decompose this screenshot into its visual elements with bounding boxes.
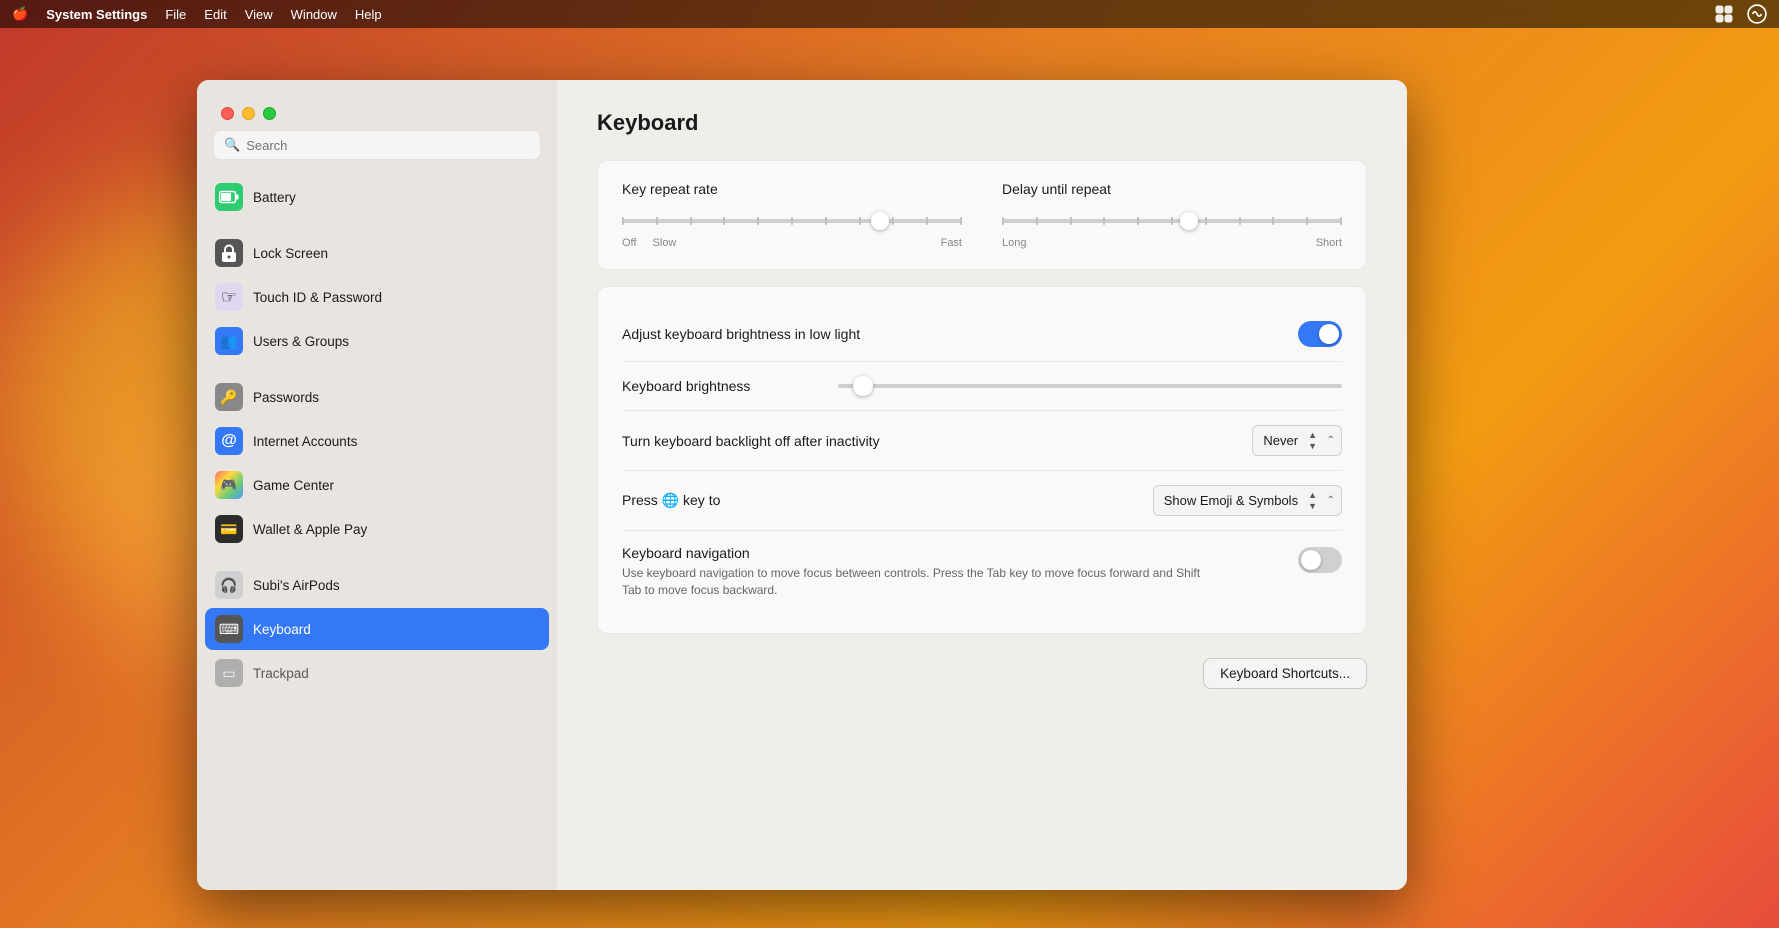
sidebar-item-passwords[interactable]: 🔑 Passwords (205, 376, 549, 418)
close-button[interactable] (221, 107, 234, 120)
search-input[interactable] (246, 138, 530, 153)
sidebar-label-gamecenter: Game Center (253, 478, 334, 493)
passwords-icon: 🔑 (215, 383, 243, 411)
delay-repeat-label: Delay until repeat (1002, 181, 1342, 197)
menubar-app-name[interactable]: System Settings (46, 7, 147, 22)
gamecenter-icon: 🎮 (215, 471, 243, 499)
battery-icon (215, 183, 243, 211)
sidebar-item-touchid[interactable]: ☞ Touch ID & Password (205, 276, 549, 318)
sidebar-label-users: Users & Groups (253, 334, 349, 349)
menubar-view[interactable]: View (245, 7, 273, 22)
sidebar-label-touchid: Touch ID & Password (253, 290, 382, 305)
maximize-button[interactable] (263, 107, 276, 120)
delay-long-label: Long (1002, 237, 1026, 249)
sidebar-item-users[interactable]: 👥 Users & Groups (205, 320, 549, 362)
keyboard-brightness-row: Keyboard brightness (622, 362, 1342, 411)
globe-icon: 🌐 (662, 492, 679, 508)
sidebar-label-internet: Internet Accounts (253, 434, 357, 449)
sidebar-item-keyboard[interactable]: ⌨ Keyboard (205, 608, 549, 650)
menubar-help[interactable]: Help (355, 7, 382, 22)
sidebar-item-internet[interactable]: @ Internet Accounts (205, 420, 549, 462)
system-settings-window: 🔍 Battery (197, 80, 1407, 890)
backlight-off-row: Turn keyboard backlight off after inacti… (622, 411, 1342, 471)
menubar-edit[interactable]: Edit (204, 7, 226, 22)
sidebar-item-battery[interactable]: Battery (205, 176, 549, 218)
sidebar-label-battery: Battery (253, 190, 296, 205)
delay-repeat-group: Delay until repeat (1002, 181, 1342, 249)
sidebar-label-trackpad: Trackpad (253, 666, 309, 681)
key-repeat-label: Key repeat rate (622, 181, 962, 197)
internet-icon: @ (215, 427, 243, 455)
sidebar-item-gamecenter[interactable]: 🎮 Game Center (205, 464, 549, 506)
touchid-icon: ☞ (215, 283, 243, 311)
key-repeat-slow-label: Slow (652, 237, 676, 249)
wallet-icon: 💳 (215, 515, 243, 543)
traffic-lights (221, 107, 276, 120)
key-repeat-off-label: Off (622, 237, 636, 249)
sidebar-item-trackpad[interactable]: ▭ Trackpad (205, 652, 549, 694)
keyboard-shortcuts-button[interactable]: Keyboard Shortcuts... (1203, 658, 1367, 689)
search-bar[interactable]: 🔍 (213, 130, 541, 160)
users-icon: 👥 (215, 327, 243, 355)
airpods-icon: 🎧 (215, 571, 243, 599)
adjust-brightness-label: Adjust keyboard brightness in low light (622, 326, 1298, 342)
sidebar-item-wallet[interactable]: 💳 Wallet & Apple Pay (205, 508, 549, 550)
press-key-row: Press 🌐 key to Show Emoji & Symbols ▲ ▼ (622, 471, 1342, 531)
sidebar-label-passwords: Passwords (253, 390, 319, 405)
keyboard-nav-label: Keyboard navigation Use keyboard navigat… (622, 545, 1298, 599)
lockscreen-icon (215, 239, 243, 267)
sidebar-label-airpods: Subi's AirPods (253, 578, 340, 593)
backlight-off-dropdown[interactable]: Never ▲ ▼ (1252, 425, 1342, 456)
keyboard-brightness-label: Keyboard brightness (622, 378, 822, 394)
keyboard-nav-sub: Use keyboard navigation to move focus be… (622, 565, 1202, 599)
press-key-dropdown[interactable]: Show Emoji & Symbols ▲ ▼ (1153, 485, 1342, 516)
delay-short-label: Short (1316, 237, 1342, 249)
sidebar-item-airpods[interactable]: 🎧 Subi's AirPods (205, 564, 549, 606)
apple-menu[interactable]: 🍎 (12, 6, 28, 22)
keyboard-icon: ⌨ (215, 615, 243, 643)
press-key-label: Press 🌐 key to (622, 492, 1153, 509)
keyboard-brightness-slider[interactable] (838, 376, 1342, 396)
sidebar-list: Battery Lock Screen ☞ Tou (197, 176, 557, 890)
search-icon: 🔍 (224, 137, 240, 153)
menubar-file[interactable]: File (165, 7, 186, 22)
adjust-brightness-toggle[interactable] (1298, 321, 1342, 347)
page-title: Keyboard (597, 110, 1367, 136)
keyboard-settings-card: Adjust keyboard brightness in low light … (597, 286, 1367, 634)
key-repeat-slider[interactable] (622, 211, 962, 231)
sidebar-label-lockscreen: Lock Screen (253, 246, 328, 261)
sidebar-item-lockscreen[interactable]: Lock Screen (205, 232, 549, 274)
press-key-value: Show Emoji & Symbols (1164, 493, 1298, 508)
minimize-button[interactable] (242, 107, 255, 120)
key-repeat-fast-label: Fast (941, 237, 962, 249)
siri-icon[interactable] (1747, 4, 1767, 24)
menubar-window[interactable]: Window (291, 7, 337, 22)
backlight-off-value: Never (1263, 433, 1298, 448)
key-repeat-card: Key repeat rate (597, 160, 1367, 270)
main-content: Keyboard Key repeat rate (557, 80, 1407, 890)
backlight-off-label: Turn keyboard backlight off after inacti… (622, 433, 1252, 449)
sidebar-label-keyboard: Keyboard (253, 622, 311, 637)
adjust-brightness-row: Adjust keyboard brightness in low light (622, 307, 1342, 362)
keyboard-nav-row: Keyboard navigation Use keyboard navigat… (622, 531, 1342, 613)
keyboard-nav-toggle[interactable] (1298, 547, 1342, 573)
key-repeat-group: Key repeat rate (622, 181, 962, 249)
delay-repeat-slider[interactable] (1002, 211, 1342, 231)
menubar: 🍎 System Settings File Edit View Window … (0, 0, 1779, 28)
sidebar: 🔍 Battery (197, 80, 557, 890)
sidebar-label-wallet: Wallet & Apple Pay (253, 522, 367, 537)
control-center-icon[interactable] (1715, 5, 1733, 23)
trackpad-icon: ▭ (215, 659, 243, 687)
